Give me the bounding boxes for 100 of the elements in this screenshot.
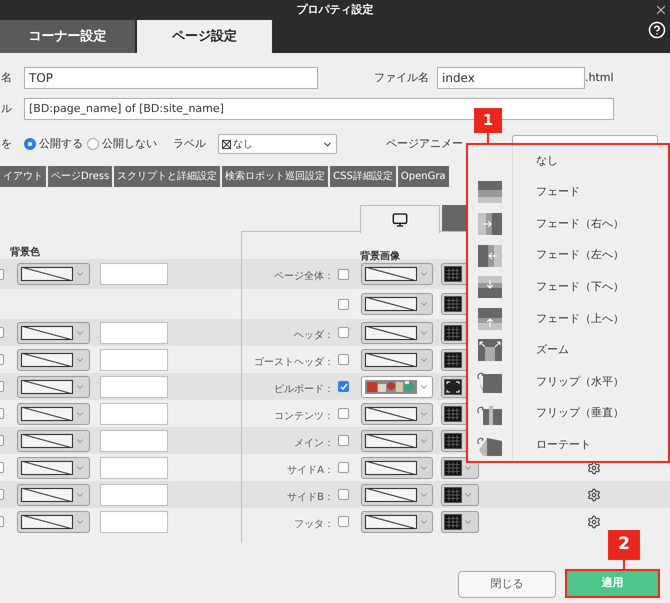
menu-item[interactable]: フェード（右へ） xyxy=(468,208,668,240)
no-pattern-swatch-icon xyxy=(365,352,417,366)
label-select[interactable]: なし xyxy=(218,134,337,154)
radio-option[interactable]: 公開しない xyxy=(87,136,157,152)
fade-right-icon xyxy=(477,212,503,235)
tab[interactable]: OpenGra xyxy=(398,166,449,187)
field-label: ページアニメー xyxy=(386,136,463,152)
checkbox[interactable] xyxy=(338,516,349,527)
no-pattern-swatch-icon xyxy=(21,267,73,281)
radio-option[interactable]: 公開する xyxy=(24,136,83,152)
color-field[interactable] xyxy=(100,263,168,285)
color-field[interactable] xyxy=(100,402,168,424)
menu-item[interactable]: ズーム xyxy=(468,334,668,366)
checkbox[interactable] xyxy=(338,298,349,310)
no-pattern-swatch-icon xyxy=(365,267,417,281)
no-pattern-swatch-icon xyxy=(365,406,417,420)
tab[interactable]: ページ設定 xyxy=(137,20,272,53)
row-label: ゴーストヘッダ： xyxy=(254,356,334,368)
field-label: を xyxy=(0,136,13,152)
menu-item[interactable]: フリップ（垂直） xyxy=(468,398,668,430)
pattern-select[interactable] xyxy=(361,322,433,344)
field-label: 名 xyxy=(0,70,13,86)
row-label: ビルボード： xyxy=(274,384,334,394)
frame-icon xyxy=(444,378,462,394)
color-field[interactable] xyxy=(100,430,168,452)
tile-select[interactable] xyxy=(441,484,479,506)
pattern-select[interactable] xyxy=(17,402,90,424)
tile-select[interactable] xyxy=(441,510,479,532)
file-extension: .html xyxy=(585,70,614,86)
menu-item[interactable]: なし xyxy=(468,145,668,177)
pattern-select[interactable] xyxy=(17,376,90,398)
help-icon[interactable] xyxy=(648,21,666,39)
tab[interactable]: イアウト xyxy=(0,166,46,187)
grid-icon xyxy=(444,514,462,530)
menu-item[interactable]: フリップ（水平） xyxy=(468,366,668,398)
no-pattern-swatch-icon xyxy=(365,434,417,448)
no-pattern-swatch-icon xyxy=(365,297,417,311)
fade-down-icon xyxy=(477,276,503,298)
tab[interactable]: スクリプトと詳細設定 xyxy=(114,166,220,187)
menu-item[interactable]: フェード（上へ） xyxy=(468,302,668,335)
pattern-select[interactable] xyxy=(361,430,433,452)
pattern-select[interactable] xyxy=(17,348,90,370)
settings-icon[interactable] xyxy=(587,460,601,474)
pattern-select[interactable] xyxy=(17,456,90,478)
file-name-field[interactable]: index xyxy=(437,67,585,89)
color-field[interactable] xyxy=(100,348,168,370)
checkbox[interactable] xyxy=(338,268,349,280)
checkbox[interactable] xyxy=(338,462,349,473)
window-title: プロパティ設定 xyxy=(296,2,374,18)
no-pattern-swatch-icon xyxy=(365,514,417,528)
pattern-select[interactable] xyxy=(17,322,90,344)
tab[interactable]: 検索ロボット巡回設定 xyxy=(222,166,328,187)
row-label: フッタ： xyxy=(294,518,334,530)
pattern-select[interactable] xyxy=(361,263,433,285)
checkbox[interactable] xyxy=(338,435,349,446)
field-label: ファイル名 xyxy=(374,70,430,86)
tab[interactable]: コーナー設定 xyxy=(0,20,135,53)
menu-item[interactable]: フェード xyxy=(468,176,668,208)
row-label: サイドB： xyxy=(287,492,334,502)
pattern-select[interactable] xyxy=(17,510,90,532)
grid-icon xyxy=(444,324,462,340)
checkbox[interactable] xyxy=(338,381,349,392)
pattern-select[interactable] xyxy=(361,402,433,424)
desktop-tab[interactable] xyxy=(360,205,440,233)
callout-badge: 1 xyxy=(474,108,502,133)
pattern-select[interactable] xyxy=(17,263,90,285)
grid-icon xyxy=(444,352,462,368)
menu-item[interactable]: ローテート xyxy=(468,429,668,461)
callout-badge: 2 xyxy=(608,530,640,560)
no-pattern-swatch-icon xyxy=(365,326,417,340)
pattern-select[interactable] xyxy=(361,348,433,370)
page-name-field[interactable]: TOP xyxy=(24,67,318,89)
close-button[interactable]: 閉じる xyxy=(458,571,556,598)
pattern-select[interactable] xyxy=(361,456,433,478)
color-field[interactable] xyxy=(100,484,168,506)
pattern-select[interactable] xyxy=(361,510,433,532)
fade-left-icon xyxy=(477,244,503,267)
color-field[interactable] xyxy=(100,510,168,532)
color-field[interactable] xyxy=(100,456,168,478)
settings-icon[interactable] xyxy=(587,514,601,528)
image-select[interactable] xyxy=(361,376,433,398)
settings-icon[interactable] xyxy=(587,488,601,502)
pattern-select[interactable] xyxy=(361,293,433,315)
pattern-select[interactable] xyxy=(17,484,90,506)
checkbox[interactable] xyxy=(338,327,349,338)
close-icon[interactable] xyxy=(654,3,668,17)
tab[interactable]: CSS詳細設定 xyxy=(330,166,396,187)
pattern-select[interactable] xyxy=(17,430,90,452)
checkbox[interactable] xyxy=(338,489,349,500)
column-header: 背景色 xyxy=(10,247,40,258)
color-field[interactable] xyxy=(100,376,168,398)
menu-item[interactable]: フェード（左へ） xyxy=(468,240,668,272)
no-pattern-swatch-icon xyxy=(21,514,73,528)
checkbox[interactable] xyxy=(338,354,349,365)
no-pattern-swatch-icon xyxy=(21,352,73,366)
color-field[interactable] xyxy=(100,322,168,344)
pattern-select[interactable] xyxy=(361,484,433,506)
menu-item[interactable]: フェード（下へ） xyxy=(468,271,668,303)
tab[interactable]: ページDress xyxy=(48,166,112,187)
checkbox[interactable] xyxy=(338,408,349,419)
